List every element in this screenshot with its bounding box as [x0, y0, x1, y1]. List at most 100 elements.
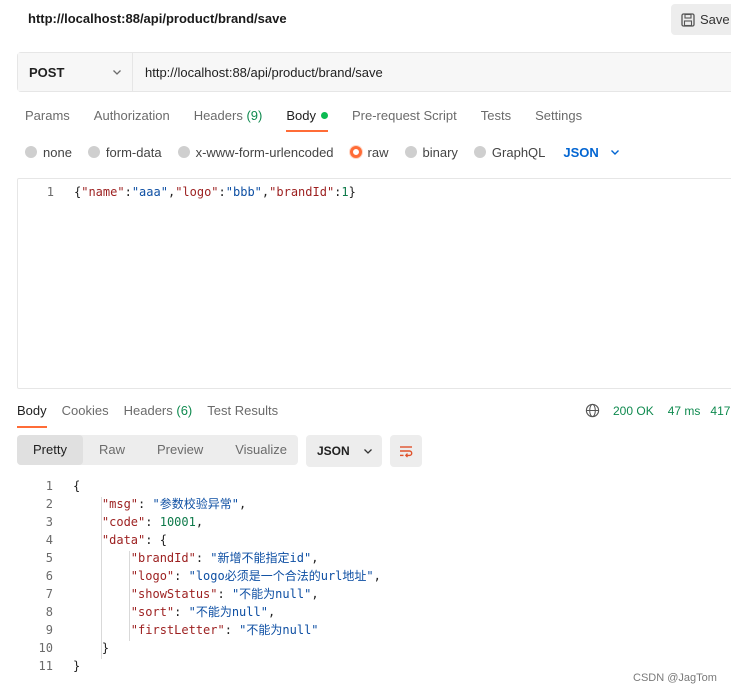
tab-label: Settings [535, 108, 583, 123]
line-number: 6 [45, 569, 53, 583]
chevron-down-icon [610, 150, 619, 155]
response-size[interactable]: 417 [710, 404, 730, 418]
view-pretty[interactable]: Pretty [17, 435, 83, 465]
radio-x-www-form-urlencoded[interactable]: x-www-form-urlencoded [177, 144, 334, 160]
line-text: "msg": "参数校验异常", [101, 497, 247, 511]
response-view-modes: Pretty Raw Preview Visualize [17, 435, 298, 465]
line-text: } [73, 659, 81, 673]
radio-circle [473, 146, 486, 158]
radio-label: none [43, 144, 72, 160]
tab-label: Headers [193, 108, 243, 123]
radio-binary[interactable]: binary [404, 144, 458, 160]
response-line: 1{ [17, 477, 80, 495]
tab-tests[interactable]: Tests [481, 106, 511, 132]
response-line: 10 } [17, 639, 110, 657]
radio-label: form-data [105, 144, 162, 160]
status-code[interactable]: 200 OK [613, 404, 654, 418]
tab-cookies[interactable]: Cookies [62, 402, 109, 428]
body-active-dot [320, 112, 328, 119]
line-number: 3 [45, 515, 53, 529]
response-status: 200 OK 47 ms 417 [585, 403, 730, 418]
radio-label: binary [422, 144, 458, 160]
line-number: 4 [45, 533, 53, 547]
tab-label: Params [25, 108, 70, 123]
response-format-value: JSON [317, 444, 350, 458]
tab-params[interactable]: Params [25, 106, 70, 132]
response-line: 5 "brandId": "新增不能指定id", [17, 549, 319, 567]
radio-circle [25, 146, 37, 158]
radio-label: GraphQL [491, 144, 546, 160]
save-button[interactable]: Save [671, 4, 731, 35]
line-number: 7 [45, 587, 53, 601]
tab-label: Test Results [207, 403, 279, 418]
line-text: "data": { [101, 533, 167, 547]
raw-format-value: JSON [563, 144, 599, 160]
line-text: "logo": "logo必须是一个合法的url地址", [130, 569, 381, 583]
line-text: { [73, 479, 81, 493]
radio-graphql[interactable]: GraphQL [473, 144, 546, 160]
tab-authorization[interactable]: Authorization [94, 106, 170, 132]
tab-settings[interactable]: Settings [535, 106, 582, 132]
line-text: } [73, 641, 110, 655]
view-visualize[interactable]: Visualize [219, 435, 303, 465]
line-text: "code": 10001, [101, 515, 204, 529]
method-select[interactable]: POST [18, 53, 133, 91]
radio-raw[interactable]: raw [349, 144, 389, 160]
tab-response-body[interactable]: Body [17, 402, 47, 428]
response-line: 3 "code": 10001, [17, 513, 203, 531]
response-format-select[interactable]: JSON [306, 435, 382, 467]
chevron-down-icon [363, 449, 372, 454]
radio-none[interactable]: none [25, 145, 72, 160]
line-text: "firstLetter": "不能为null" [130, 623, 319, 637]
line-number: 11 [38, 659, 53, 673]
raw-format-select[interactable]: JSON [563, 145, 620, 160]
radio-circle [177, 146, 190, 158]
response-line: 6 "logo": "logo必须是一个合法的url地址", [17, 567, 381, 585]
tab-response-headers[interactable]: Headers (6) [124, 402, 193, 428]
url-input[interactable]: http://localhost:88/api/product/brand/sa… [133, 53, 731, 91]
radio-form-data[interactable]: form-data [87, 144, 162, 160]
tab-test-results[interactable]: Test Results [207, 402, 278, 428]
radio-label: x-www-form-urlencoded [195, 144, 334, 160]
response-time[interactable]: 47 ms [668, 404, 701, 418]
tab-label: Body [17, 403, 47, 418]
view-raw[interactable]: Raw [83, 435, 141, 465]
wrap-lines-button[interactable] [390, 435, 422, 467]
tab-label: Pre-request Script [351, 108, 457, 123]
chevron-down-icon [113, 70, 121, 75]
response-tabs: Body Cookies Headers (6) Test Results [17, 402, 293, 428]
tab-label: Authorization [93, 108, 170, 123]
request-tabs: Params Authorization Headers (9) Body Pr… [25, 106, 606, 132]
line-number: 1 [45, 479, 53, 493]
radio-label: raw [367, 144, 389, 160]
view-preview[interactable]: Preview [141, 435, 219, 465]
request-body-line: 1 {"name":"aaa","logo":"bbb","brandId":1… [18, 183, 356, 201]
globe-icon[interactable] [585, 403, 600, 418]
watermark: CSDN @JagTom [633, 672, 717, 684]
tab-body[interactable]: Body [286, 106, 328, 132]
response-line: 9 "firstLetter": "不能为null" [17, 621, 319, 639]
tab-headers[interactable]: Headers (9) [194, 106, 263, 132]
line-number: 2 [45, 497, 53, 511]
headers-count: (9) [246, 108, 263, 123]
line-text: "brandId": "新增不能指定id", [130, 551, 319, 565]
response-line: 2 "msg": "参数校验异常", [17, 495, 246, 513]
request-title-bar: http://localhost:88/api/product/brand/sa… [0, 0, 731, 40]
method-value: POST [29, 64, 65, 80]
radio-circle [404, 146, 417, 158]
response-line: 8 "sort": "不能为null", [17, 603, 275, 621]
line-number: 10 [38, 641, 53, 655]
tab-pre-request-script[interactable]: Pre-request Script [352, 106, 457, 132]
save-icon [681, 12, 695, 27]
tab-label: Cookies [61, 403, 109, 418]
request-bar: POST http://localhost:88/api/product/bra… [17, 52, 731, 92]
tab-label: Tests [480, 108, 512, 123]
request-body-editor[interactable]: 1 {"name":"aaa","logo":"bbb","brandId":1… [17, 178, 731, 389]
response-line: 4 "data": { [17, 531, 167, 549]
save-button-label: Save [700, 12, 730, 27]
line-text: "showStatus": "不能为null", [130, 587, 319, 601]
request-title[interactable]: http://localhost:88/api/product/brand/sa… [28, 11, 287, 26]
tab-label: Body [286, 108, 316, 123]
line-number: 9 [45, 623, 53, 637]
response-line: 11} [17, 657, 81, 675]
